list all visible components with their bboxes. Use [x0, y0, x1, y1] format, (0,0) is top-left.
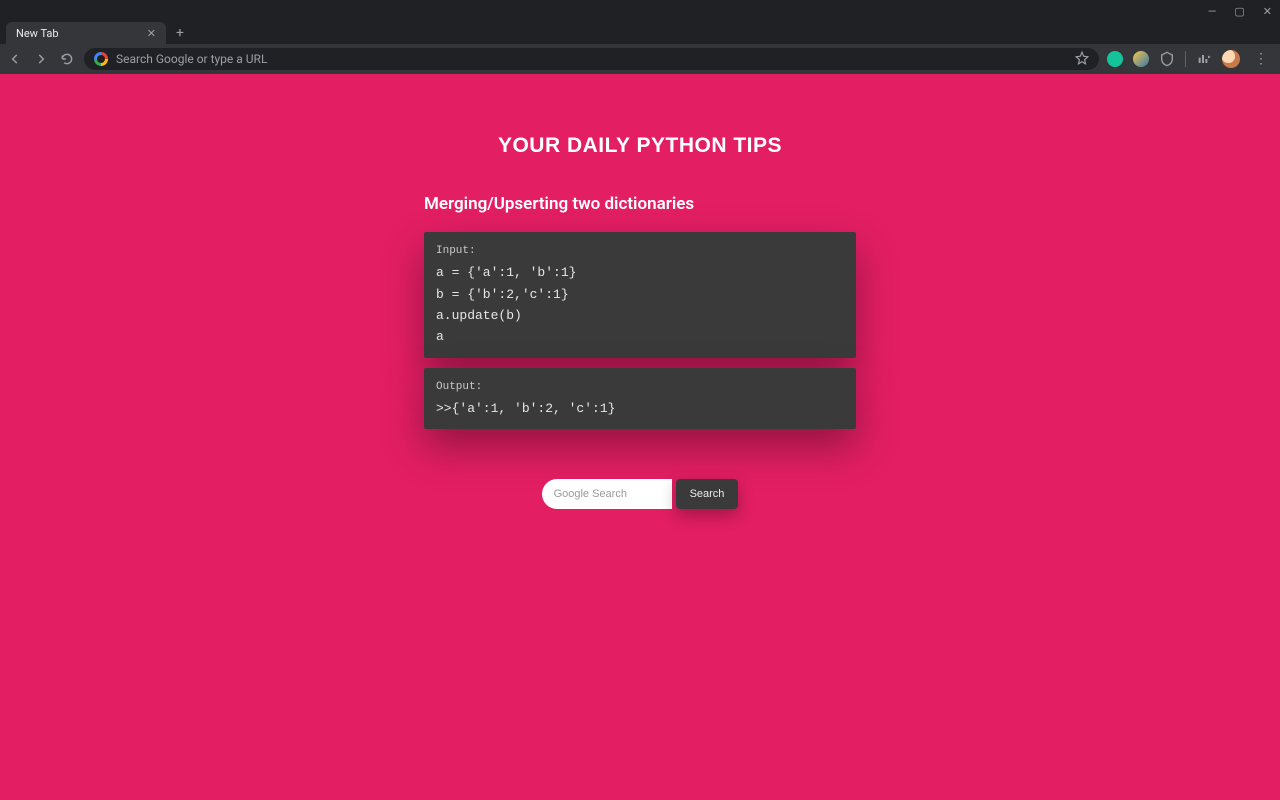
- page-title: YOUR DAILY PYTHON TIPS: [498, 134, 782, 158]
- address-bar[interactable]: Search Google or type a URL: [84, 48, 1099, 70]
- window-titlebar: — ▢ ✕: [0, 0, 1280, 22]
- tab-strip: New Tab ✕ +: [0, 22, 1280, 44]
- new-tab-button[interactable]: +: [166, 22, 194, 44]
- bookmark-star-icon[interactable]: [1075, 50, 1089, 69]
- output-code: >>{'a':1, 'b':2, 'c':1}: [436, 401, 615, 416]
- input-code: a = {'a':1, 'b':1} b = {'b':2,'c':1} a.u…: [436, 265, 576, 344]
- extension-icon-3[interactable]: [1159, 51, 1175, 67]
- window-minimize-button[interactable]: —: [1208, 5, 1217, 18]
- code-card-output: Output: >>{'a':1, 'b':2, 'c':1}: [424, 368, 856, 430]
- page-body: YOUR DAILY PYTHON TIPS Merging/Upserting…: [0, 74, 1280, 800]
- browser-tab[interactable]: New Tab ✕: [6, 22, 166, 44]
- google-search-icon: [94, 52, 108, 66]
- code-card-input: Input: a = {'a':1, 'b':1} b = {'b':2,'c':…: [424, 232, 856, 358]
- close-tab-icon[interactable]: ✕: [147, 27, 156, 40]
- reload-button[interactable]: [58, 50, 76, 68]
- chrome-menu-button[interactable]: ⋮: [1250, 52, 1272, 66]
- back-button[interactable]: [6, 50, 24, 68]
- browser-toolbar: Search Google or type a URL ⋮: [0, 44, 1280, 74]
- search-input[interactable]: [542, 479, 672, 509]
- window-maximize-button[interactable]: ▢: [1234, 5, 1244, 18]
- output-label: Output:: [436, 378, 844, 396]
- extension-icon-2[interactable]: [1133, 51, 1149, 67]
- tab-title: New Tab: [16, 27, 59, 40]
- media-control-icon[interactable]: [1196, 51, 1212, 67]
- toolbar-divider: [1185, 51, 1186, 67]
- extension-icons: ⋮: [1107, 50, 1272, 68]
- forward-button[interactable]: [32, 50, 50, 68]
- input-label: Input:: [436, 242, 844, 260]
- tip-heading: Merging/Upserting two dictionaries: [424, 194, 856, 214]
- search-button[interactable]: Search: [676, 479, 739, 509]
- address-bar-placeholder: Search Google or type a URL: [116, 52, 267, 66]
- profile-avatar[interactable]: [1222, 50, 1240, 68]
- tip-container: Merging/Upserting two dictionaries Input…: [424, 194, 856, 439]
- extension-icon-1[interactable]: [1107, 51, 1123, 67]
- search-row: Search: [542, 479, 739, 509]
- window-close-button[interactable]: ✕: [1263, 5, 1272, 18]
